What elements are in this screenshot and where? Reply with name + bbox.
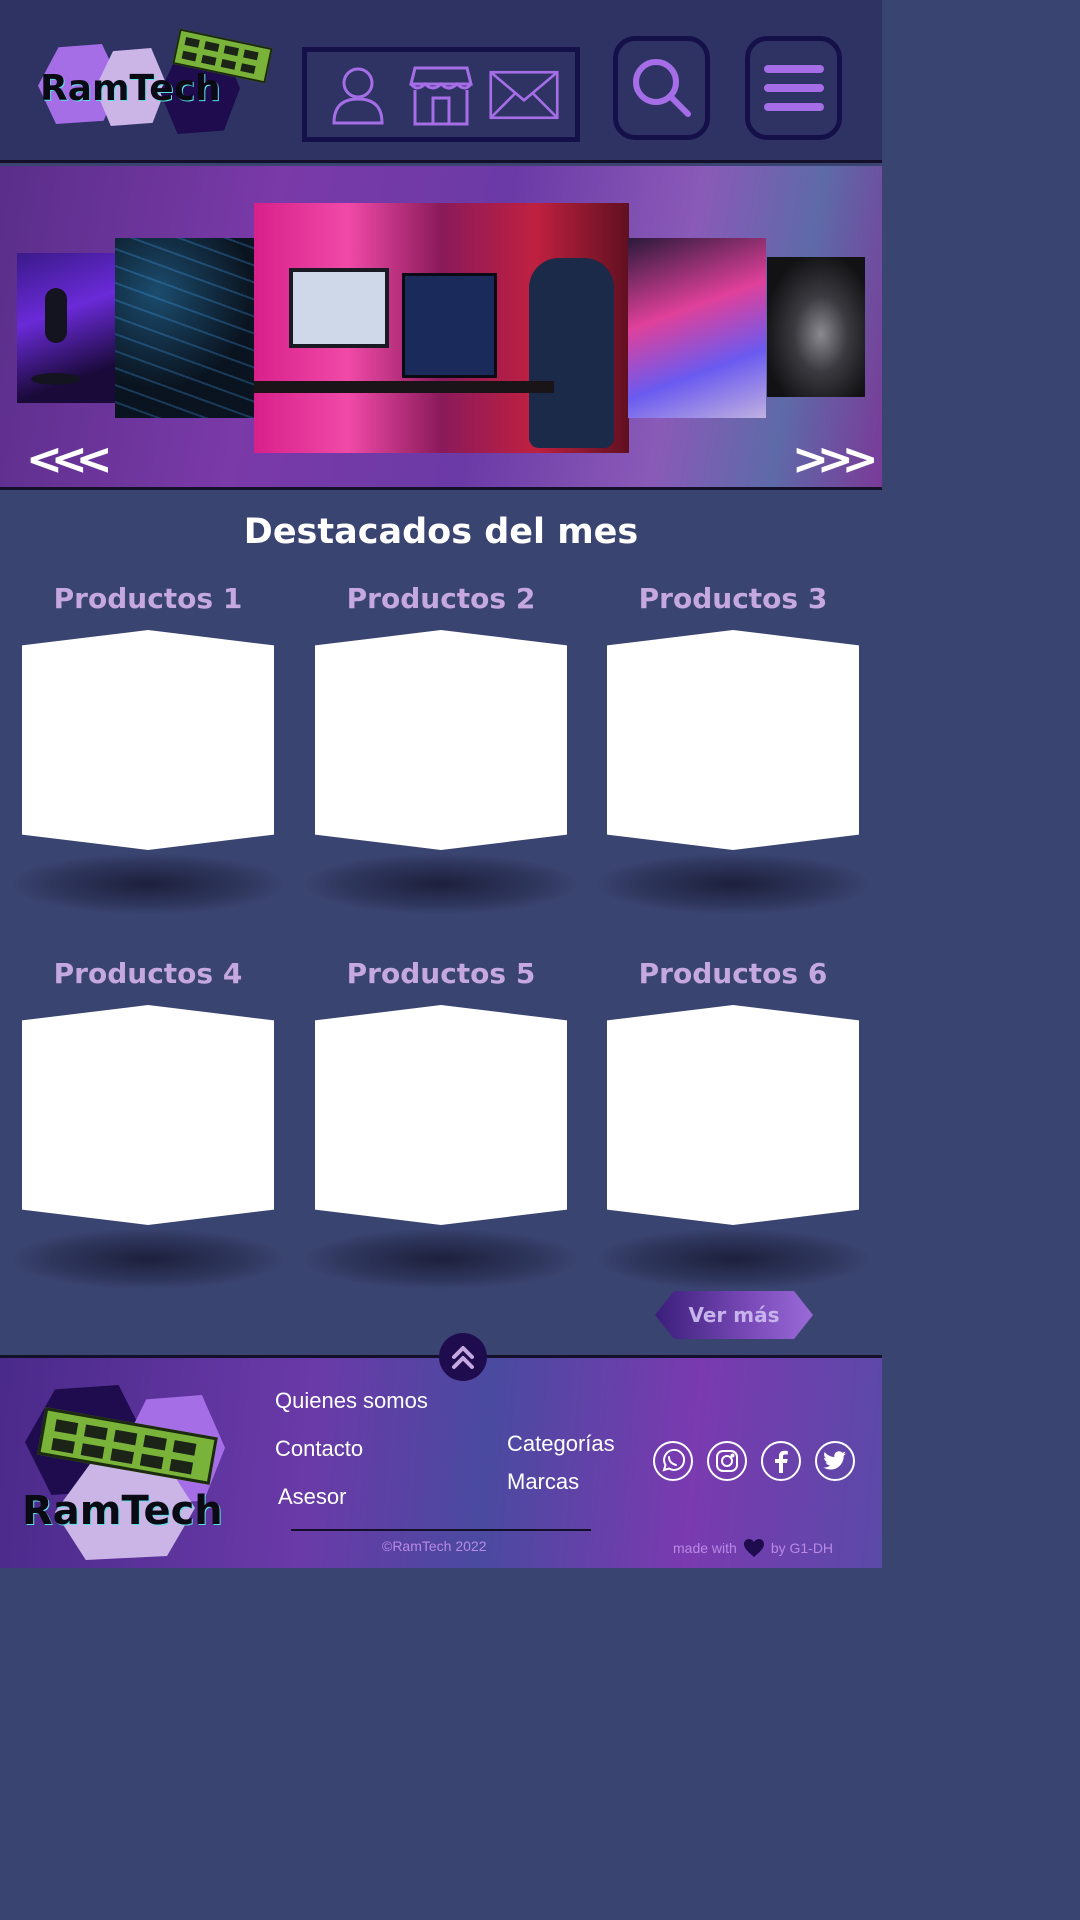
search-icon: [632, 59, 691, 117]
product-title: Productos 2: [346, 582, 536, 615]
product-title: Productos 5: [346, 957, 536, 990]
product-card[interactable]: Productos 2: [305, 582, 577, 914]
search-button[interactable]: [613, 36, 710, 140]
twitter-icon[interactable]: [815, 1441, 855, 1481]
site-header: RamTech: [0, 0, 882, 163]
footer-link-quienes-somos[interactable]: Quienes somos: [275, 1388, 428, 1414]
header-nav: [302, 47, 580, 142]
carousel-prev-button[interactable]: <<<: [26, 434, 113, 485]
product-title: Productos 3: [638, 582, 828, 615]
footer-link-asesor[interactable]: Asesor: [278, 1484, 346, 1510]
footer-link-contacto[interactable]: Contacto: [275, 1436, 363, 1462]
product-card[interactable]: Productos 4: [12, 957, 284, 1289]
carousel-next-button[interactable]: >>>: [792, 434, 879, 485]
desk-shape: [254, 381, 554, 393]
whatsapp-icon[interactable]: [653, 1441, 693, 1481]
made-with-credit: made with by G1-DH: [673, 1538, 833, 1558]
footer-brand-name: RamTech: [22, 1488, 223, 1534]
made-by-label: by G1-DH: [770, 1540, 834, 1556]
mail-icon[interactable]: [489, 62, 559, 128]
card-shadow: [597, 1229, 869, 1289]
product-image-placeholder[interactable]: [315, 630, 567, 850]
back-to-top-button[interactable]: [439, 1333, 487, 1381]
product-title: Productos 4: [53, 957, 243, 990]
product-card[interactable]: Productos 1: [12, 582, 284, 914]
slide-gaming-desk-image[interactable]: [254, 203, 629, 453]
footer-link-marcas[interactable]: Marcas: [507, 1469, 579, 1495]
product-title: Productos 1: [53, 582, 243, 615]
slide-mouse-image[interactable]: [767, 257, 865, 397]
slide-laptop-image[interactable]: [628, 238, 766, 418]
product-card[interactable]: Productos 3: [597, 582, 869, 914]
facebook-icon[interactable]: [761, 1441, 801, 1481]
product-card[interactable]: Productos 6: [597, 957, 869, 1289]
user-icon[interactable]: [323, 62, 393, 128]
product-image-placeholder[interactable]: [607, 630, 859, 850]
footer-divider: [291, 1529, 591, 1531]
card-shadow: [305, 1229, 577, 1289]
featured-title: Destacados del mes: [243, 512, 639, 552]
card-shadow: [12, 1229, 284, 1289]
monitor-shape: [289, 268, 389, 348]
card-shadow: [305, 854, 577, 914]
card-shadow: [597, 854, 869, 914]
slide-microphone-image[interactable]: [17, 253, 115, 403]
slide-keyboard-image[interactable]: [115, 238, 255, 418]
brand-name: RamTech: [40, 68, 221, 109]
double-chevron-up-icon: [452, 1346, 474, 1369]
copyright-text: ©RamTech 2022: [382, 1538, 487, 1554]
hamburger-menu-icon: [763, 65, 824, 111]
product-title: Productos 6: [638, 957, 828, 990]
product-image-placeholder[interactable]: [315, 1005, 567, 1225]
product-image-placeholder[interactable]: [607, 1005, 859, 1225]
heart-icon: [743, 1539, 764, 1557]
menu-button[interactable]: [745, 36, 842, 140]
see-more-button[interactable]: Ver más: [655, 1291, 813, 1339]
chair-shape: [529, 258, 614, 448]
product-card[interactable]: Productos 5: [305, 957, 577, 1289]
instagram-icon[interactable]: [707, 1441, 747, 1481]
footer-brand-logo[interactable]: RamTech: [20, 1380, 235, 1560]
hero-carousel: <<< >>>: [0, 166, 882, 490]
brand-logo[interactable]: RamTech: [35, 28, 275, 138]
made-with-label: made with: [673, 1540, 737, 1556]
pc-tower-shape: [402, 273, 497, 378]
footer-link-categorias[interactable]: Categorías: [507, 1431, 615, 1457]
product-image-placeholder[interactable]: [22, 630, 274, 850]
card-shadow: [12, 854, 284, 914]
store-icon[interactable]: [406, 62, 476, 128]
product-image-placeholder[interactable]: [22, 1005, 274, 1225]
